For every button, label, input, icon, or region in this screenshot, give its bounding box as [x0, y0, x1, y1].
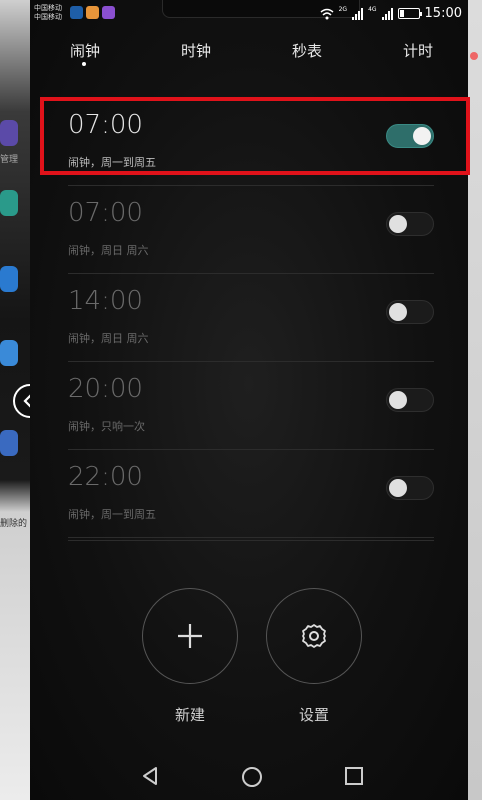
alarm-item[interactable]: 14:00 闹钟，周日 周六 — [68, 274, 434, 362]
tab-bar: 闹钟 时钟 秒表 计时 — [30, 40, 468, 70]
tab-alarm[interactable]: 闹钟 — [70, 40, 100, 61]
status-right-group: 2G 4G 15:00 — [320, 6, 462, 21]
alarm-description: 闹钟，周一到周五 — [68, 156, 156, 169]
alarm-description: 闹钟，周一到周五 — [68, 508, 156, 521]
new-alarm-button[interactable] — [142, 588, 238, 684]
settings-label: 设置 — [298, 706, 329, 724]
carrier-label: 中国移动 — [34, 13, 62, 21]
alarm-time: 20:00 — [68, 374, 143, 404]
gear-icon — [302, 624, 326, 648]
alarm-toggle[interactable] — [386, 212, 434, 236]
network-type-label: 4G — [368, 6, 377, 13]
status-bar: 中国移动 中国移动 2G 4G 15:00 — [30, 0, 468, 30]
signal-icon — [381, 7, 393, 20]
alarm-toggle[interactable] — [386, 124, 434, 148]
app-notification-icon — [102, 6, 115, 19]
alarm-time: 14:00 — [68, 286, 143, 316]
alarm-time: 07:00 — [68, 110, 143, 140]
list-divider — [68, 540, 434, 541]
active-tab-indicator — [82, 62, 86, 66]
new-alarm-label: 新建 — [174, 706, 205, 724]
carrier-label: 中国移动 — [34, 4, 62, 12]
alarm-description: 闹钟，周日 周六 — [68, 244, 149, 257]
background-app-icon — [0, 430, 18, 456]
plus-icon — [178, 624, 202, 648]
background-app-icon — [0, 120, 18, 146]
navigation-bar — [30, 752, 468, 800]
background-text: 删除的 — [0, 519, 28, 529]
tab-timer[interactable]: 计时 — [403, 40, 433, 61]
alarm-toggle[interactable] — [386, 476, 434, 500]
alarm-item[interactable]: 07:00 闹钟，周一到周五 — [68, 98, 434, 186]
moon-icon — [70, 6, 83, 19]
alarm-item[interactable]: 22:00 闹钟，周一到周五 — [68, 450, 434, 538]
back-triangle-icon[interactable] — [140, 766, 160, 786]
home-circle-icon[interactable] — [241, 766, 263, 788]
background-right-strip — [468, 0, 482, 800]
alarm-item[interactable]: 07:00 闹钟，周日 周六 — [68, 186, 434, 274]
alarm-toggle[interactable] — [386, 300, 434, 324]
background-text: 管理 — [0, 155, 19, 165]
wifi-icon — [320, 8, 334, 19]
alarm-description: 闹钟，周日 周六 — [68, 332, 149, 345]
alarm-time: 07:00 — [68, 198, 143, 228]
alarm-item[interactable]: 20:00 闹钟，只响一次 — [68, 362, 434, 450]
signal-icon — [352, 7, 364, 20]
background-app-icon — [0, 340, 18, 366]
alarm-description: 闹钟，只响一次 — [68, 420, 145, 433]
notification-icons — [70, 6, 115, 19]
app-notification-icon — [86, 6, 99, 19]
settings-button[interactable] — [266, 588, 362, 684]
status-time: 15:00 — [424, 6, 462, 21]
background-app-icon — [0, 190, 18, 216]
alarm-time: 22:00 — [68, 462, 143, 492]
carrier-info: 中国移动 中国移动 — [34, 4, 62, 22]
recents-square-icon[interactable] — [344, 766, 364, 786]
background-app-icon — [0, 266, 18, 292]
phone-screen: 中国移动 中国移动 2G 4G 15:00 闹钟 时钟 秒表 计时 07:00 … — [30, 0, 468, 800]
network-type-label: 2G — [338, 6, 348, 13]
alarm-toggle[interactable] — [386, 388, 434, 412]
tab-clock[interactable]: 时钟 — [181, 40, 211, 61]
tab-stopwatch[interactable]: 秒表 — [292, 40, 322, 61]
battery-icon — [397, 8, 422, 19]
